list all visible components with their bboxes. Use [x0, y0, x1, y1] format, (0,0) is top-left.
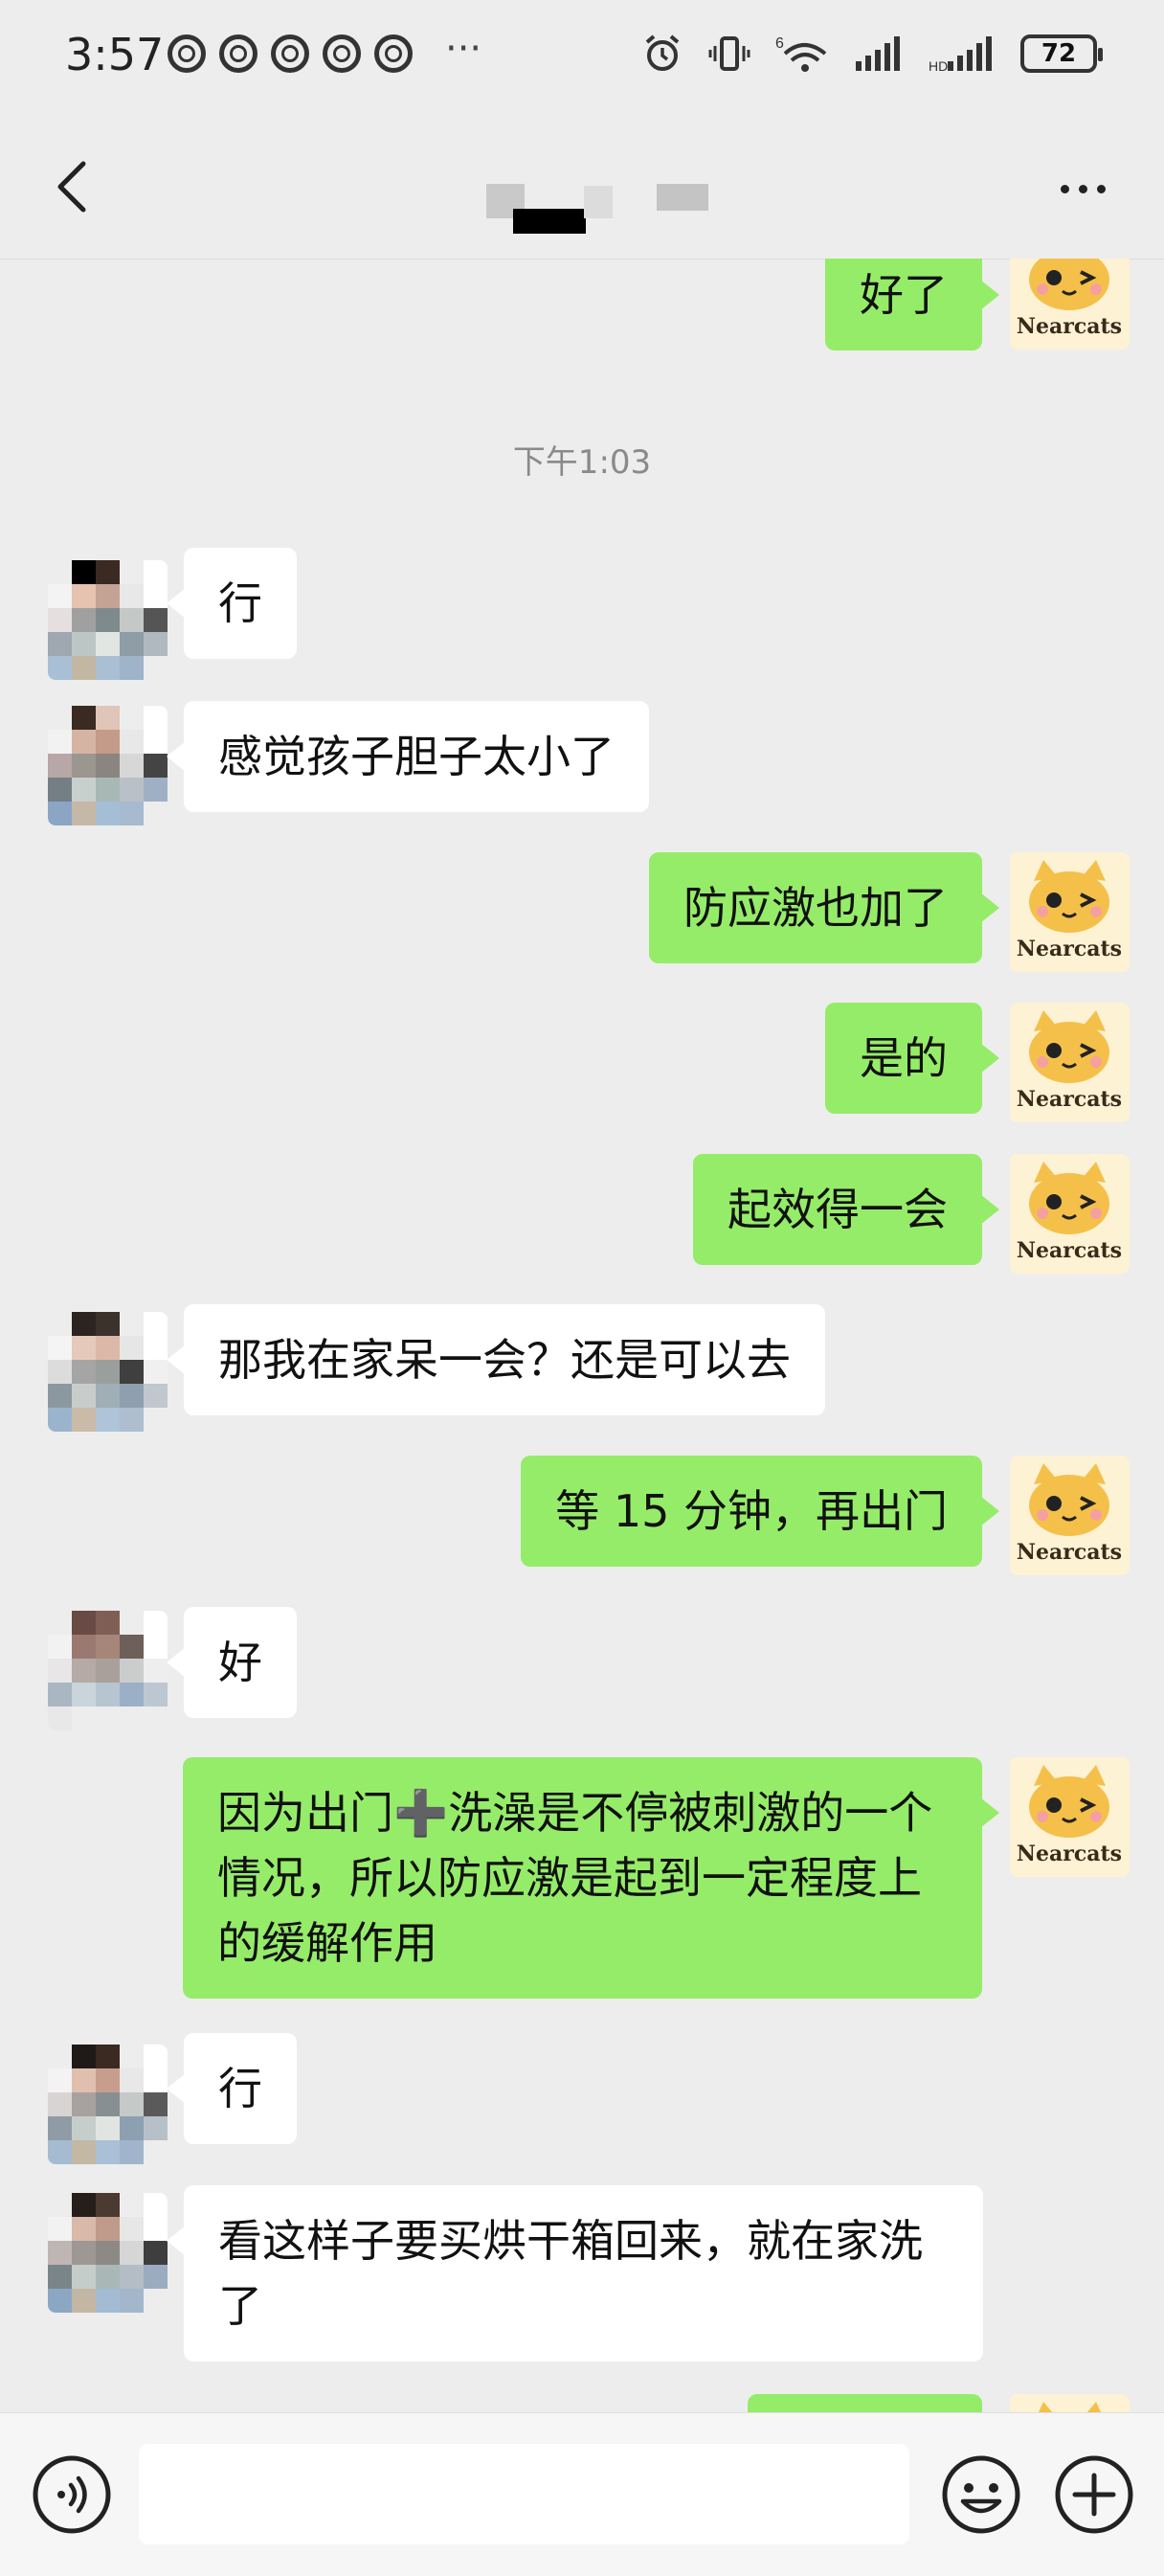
message-bubble-outgoing[interactable]: 防应激也加了	[649, 852, 999, 963]
battery-indicator: 72	[1020, 34, 1103, 73]
chat-header	[0, 115, 1164, 260]
cat-avatar-icon: Nearcats	[1010, 1154, 1130, 1274]
my-avatar[interactable]: Nearcats	[1010, 1003, 1130, 1122]
status-bar: 3:57 ··· 6 HD 72	[0, 0, 1164, 115]
notification-icon	[374, 34, 413, 73]
cat-avatar-icon: Nearcats	[1010, 1757, 1130, 1877]
notification-icon	[168, 34, 206, 73]
message-list[interactable]: 好了 Nearcats 下午1:03 行 感觉孩子胆子太小了 防应激也加了 Ne…	[0, 259, 1164, 2413]
plus-icon	[1055, 2455, 1133, 2534]
my-avatar[interactable]: Nearcats	[1010, 2394, 1130, 2413]
cat-avatar-icon: Nearcats	[1010, 1456, 1130, 1575]
message-bubble-incoming[interactable]: 行	[167, 548, 297, 659]
wifi-icon: 6	[775, 35, 827, 72]
message-input[interactable]	[139, 2444, 909, 2544]
svg-text:6: 6	[775, 35, 784, 52]
my-avatar[interactable]: Nearcats	[1010, 852, 1130, 972]
svg-text:Nearcats: Nearcats	[1017, 1540, 1122, 1565]
message-bubble-incoming[interactable]: 那我在家呆一会？还是可以去	[167, 1304, 825, 1415]
message-bubble-outgoing[interactable]: 起效得一会	[693, 1154, 999, 1265]
notification-icon	[271, 34, 309, 73]
message-bubble-incoming[interactable]: 看这样子要买烘干箱回来，就在家洗了	[167, 2185, 983, 2361]
svg-text:HD: HD	[929, 58, 948, 73]
message-bubble-outgoing[interactable]: 因为出门➕洗澡是不停被刺激的一个情况，所以防应激是起到一定程度上的缓解作用	[183, 1757, 999, 1999]
status-time: 3:57	[65, 29, 165, 80]
voice-icon	[33, 2455, 111, 2534]
contact-avatar[interactable]	[48, 2193, 168, 2313]
more-functions-button[interactable]	[1051, 2452, 1137, 2538]
status-more: ···	[445, 27, 482, 71]
voice-button[interactable]	[29, 2452, 115, 2538]
signal-icon	[856, 36, 900, 71]
contact-avatar[interactable]	[48, 1312, 168, 1432]
my-avatar[interactable]: Nearcats	[1010, 1757, 1130, 1877]
contact-avatar[interactable]	[48, 1611, 168, 1730]
message-bubble-outgoing[interactable]: 好了	[825, 259, 999, 350]
my-avatar[interactable]: Nearcats	[1010, 259, 1130, 350]
cat-avatar-icon: Nearcats	[1010, 259, 1130, 350]
cat-avatar-icon: Nearcats	[1010, 1003, 1130, 1122]
message-timestamp: 下午1:03	[512, 443, 652, 482]
more-button[interactable]	[1040, 155, 1126, 222]
back-button[interactable]	[38, 153, 105, 220]
message-bubble-incoming[interactable]: 感觉孩子胆子太小了	[167, 701, 649, 812]
vibrate-icon	[708, 36, 750, 71]
system-icons: 6 HD 72	[641, 33, 1103, 75]
svg-text:Nearcats: Nearcats	[1017, 1842, 1122, 1866]
notification-icon	[219, 34, 257, 73]
svg-text:Nearcats: Nearcats	[1017, 937, 1122, 961]
svg-text:Nearcats: Nearcats	[1017, 1087, 1122, 1112]
message-bubble-outgoing[interactable]: 是的	[825, 1003, 999, 1114]
input-bar	[0, 2412, 1164, 2576]
svg-text:Nearcats: Nearcats	[1017, 314, 1122, 339]
notification-icon	[323, 34, 361, 73]
notification-icons	[168, 34, 413, 73]
my-avatar[interactable]: Nearcats	[1010, 1456, 1130, 1575]
cat-avatar-icon: Nearcats	[1010, 2394, 1130, 2413]
svg-text:Nearcats: Nearcats	[1017, 1238, 1122, 1263]
contact-avatar[interactable]	[48, 706, 168, 825]
cat-avatar-icon: Nearcats	[1010, 852, 1130, 972]
message-bubble-outgoing[interactable]: 等 15 分钟，再出门	[521, 1456, 999, 1567]
ellipsis-icon	[1060, 184, 1069, 193]
message-bubble-incoming[interactable]: 行	[167, 2033, 297, 2144]
my-avatar[interactable]: Nearcats	[1010, 1154, 1130, 1274]
signal-icon-2: HD	[929, 36, 992, 73]
message-bubble-incoming[interactable]: 好	[167, 1607, 297, 1718]
emoji-button[interactable]	[938, 2452, 1024, 2538]
contact-avatar[interactable]	[48, 2045, 168, 2164]
alarm-icon	[645, 34, 680, 71]
emoji-icon	[942, 2455, 1020, 2534]
message-bubble-outgoing[interactable]	[748, 2394, 982, 2413]
chevron-left-icon	[57, 161, 86, 213]
contact-avatar[interactable]	[48, 560, 168, 680]
